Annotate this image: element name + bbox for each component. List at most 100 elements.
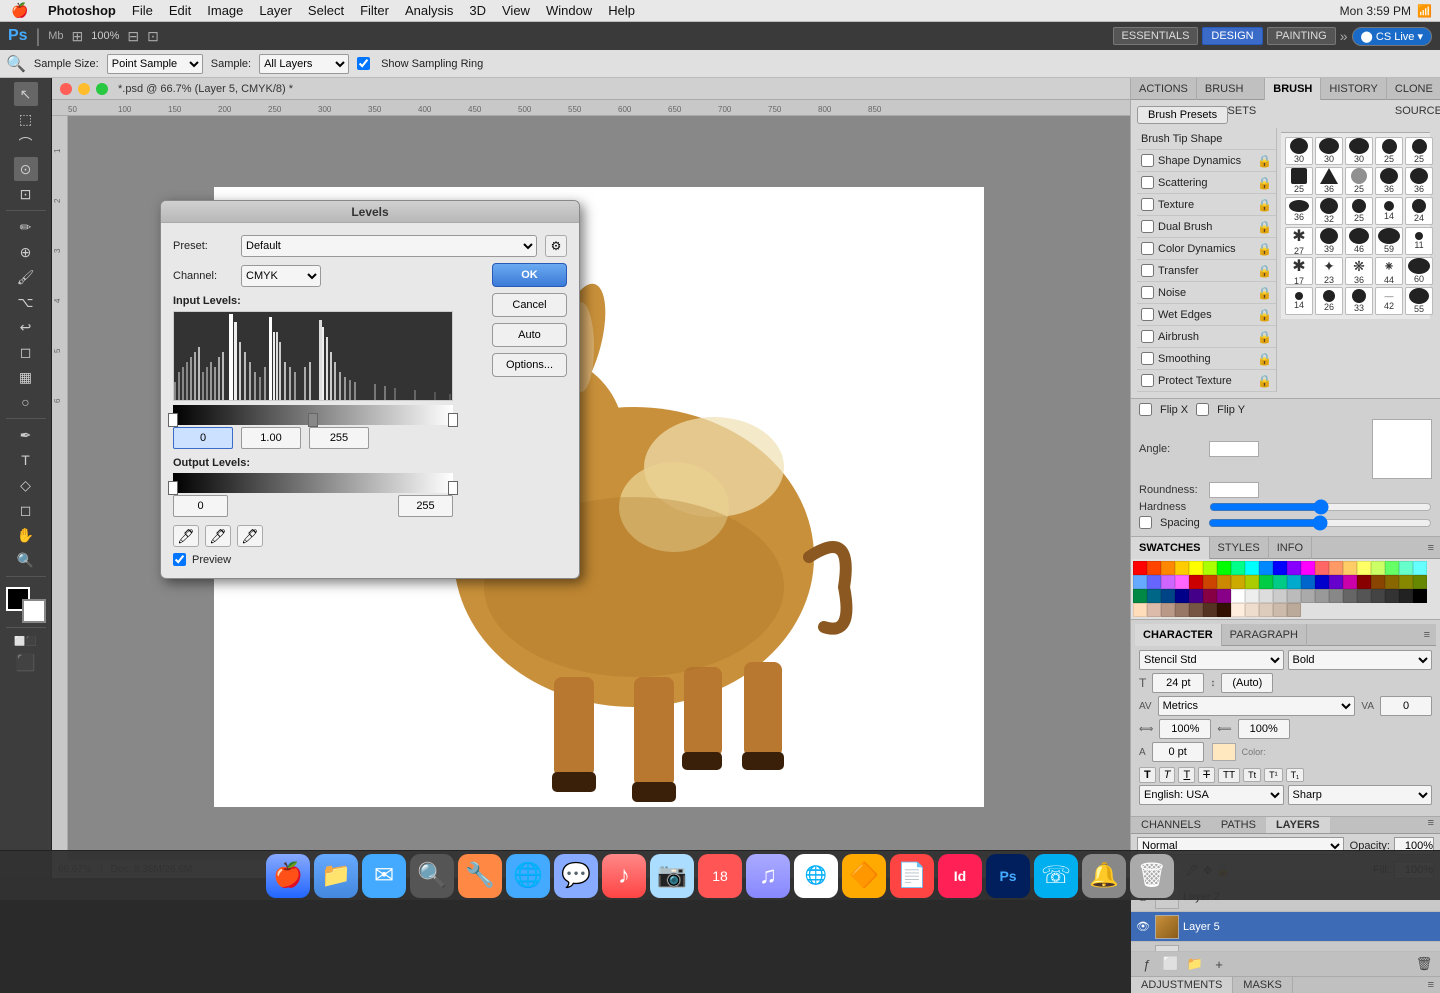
- sample-size-select[interactable]: Point Sample 3 by 3 Average 5 by 5 Avera…: [107, 54, 203, 74]
- tab-brush[interactable]: BRUSH: [1265, 78, 1321, 100]
- language-select[interactable]: English: USA: [1139, 785, 1284, 805]
- swatch-item[interactable]: [1413, 561, 1427, 575]
- tab-styles[interactable]: STYLES: [1210, 537, 1269, 559]
- scattering-cb[interactable]: [1141, 176, 1154, 189]
- wet-edges-row[interactable]: Wet Edges 🔒: [1137, 304, 1276, 326]
- swatch-item[interactable]: [1189, 561, 1203, 575]
- swatch-item[interactable]: [1259, 603, 1273, 617]
- output-min-field[interactable]: [173, 495, 228, 517]
- brush-preset-6[interactable]: 25: [1285, 167, 1313, 195]
- screen-mode-btn[interactable]: ⬛: [14, 651, 38, 675]
- noise-row[interactable]: Noise 🔒: [1137, 282, 1276, 304]
- swatch-item[interactable]: [1245, 589, 1259, 603]
- superscript-btn[interactable]: T¹: [1264, 768, 1283, 782]
- tab-info[interactable]: INFO: [1269, 537, 1312, 559]
- menu-window[interactable]: Window: [538, 0, 600, 22]
- swatch-item[interactable]: [1245, 603, 1259, 617]
- brush-preset-28[interactable]: 33: [1345, 287, 1373, 315]
- flip-y-cb[interactable]: [1196, 403, 1209, 416]
- strikethrough-btn[interactable]: T: [1198, 767, 1215, 783]
- swatch-item[interactable]: [1301, 575, 1315, 589]
- brush-preset-30[interactable]: 55: [1405, 287, 1433, 315]
- brush-preset-10[interactable]: 36: [1405, 167, 1433, 195]
- channel-select[interactable]: CMYK Cyan Magenta Yellow Black: [241, 265, 321, 287]
- brush-preset-9[interactable]: 36: [1375, 167, 1403, 195]
- color-dynamics-cb[interactable]: [1141, 242, 1154, 255]
- delete-layer-btn[interactable]: 🗑: [1414, 955, 1434, 973]
- scattering-row[interactable]: Scattering 🔒: [1137, 172, 1276, 194]
- swatch-item[interactable]: [1189, 575, 1203, 589]
- swatch-item[interactable]: [1399, 589, 1413, 603]
- brush-preset-7[interactable]: 36: [1315, 167, 1343, 195]
- swatch-item[interactable]: [1343, 575, 1357, 589]
- swatch-item[interactable]: [1161, 575, 1175, 589]
- swatch-item[interactable]: [1315, 561, 1329, 575]
- swatch-item[interactable]: [1133, 575, 1147, 589]
- apple-menu[interactable]: 🍎: [0, 2, 40, 19]
- swatch-item[interactable]: [1217, 561, 1231, 575]
- menu-filter[interactable]: Filter: [352, 0, 397, 22]
- brush-presets-btn[interactable]: Brush Presets: [1137, 106, 1228, 124]
- brush-preset-15[interactable]: 24: [1405, 197, 1433, 225]
- move-tool[interactable]: ↖: [14, 82, 38, 106]
- gray-eyedropper-btn[interactable]: 🖊: [205, 525, 231, 547]
- brush-preset-19[interactable]: 59: [1375, 227, 1403, 255]
- swatch-item[interactable]: [1147, 561, 1161, 575]
- brush-preset-16[interactable]: ✱27: [1285, 227, 1313, 255]
- brush-preset-24[interactable]: ⁕44: [1375, 257, 1403, 285]
- input-mid-handle[interactable]: [308, 413, 318, 427]
- swatch-item[interactable]: [1203, 603, 1217, 617]
- font-weight-select[interactable]: Bold: [1288, 650, 1433, 670]
- swatch-item[interactable]: [1133, 589, 1147, 603]
- swatch-item[interactable]: [1357, 575, 1371, 589]
- swatch-item[interactable]: [1315, 589, 1329, 603]
- tab-history[interactable]: HISTORY: [1321, 78, 1387, 100]
- black-eyedropper-btn[interactable]: 🖊: [173, 525, 199, 547]
- spacing-cb[interactable]: [1139, 516, 1152, 529]
- hardness-slider[interactable]: [1209, 501, 1432, 513]
- transfer-row[interactable]: Transfer 🔒: [1137, 260, 1276, 282]
- swatch-item[interactable]: [1133, 603, 1147, 617]
- swatch-item[interactable]: [1203, 561, 1217, 575]
- swatch-item[interactable]: [1329, 575, 1343, 589]
- swatch-item[interactable]: [1217, 603, 1231, 617]
- roundness-input[interactable]: [1209, 482, 1259, 498]
- airbrush-row[interactable]: Airbrush 🔒: [1137, 326, 1276, 348]
- leading-input[interactable]: [1221, 673, 1273, 693]
- swatch-item[interactable]: [1231, 575, 1245, 589]
- cancel-button[interactable]: Cancel: [492, 293, 567, 317]
- text-color-swatch[interactable]: [1212, 743, 1236, 761]
- background-color[interactable]: [22, 599, 46, 623]
- angle-input[interactable]: [1209, 441, 1259, 457]
- path-tool[interactable]: ◇: [14, 473, 38, 497]
- dock-vlc[interactable]: 🔶: [842, 854, 886, 898]
- input-max-handle[interactable]: [448, 413, 458, 427]
- dock-app1[interactable]: 🔧: [458, 854, 502, 898]
- dock-app2[interactable]: 🌐: [506, 854, 550, 898]
- input-mid-field[interactable]: [241, 427, 301, 449]
- brush-preset-25[interactable]: 60: [1405, 257, 1433, 285]
- swatch-item[interactable]: [1259, 561, 1273, 575]
- new-layer-btn[interactable]: +: [1209, 955, 1229, 973]
- brush-preset-8[interactable]: 25: [1345, 167, 1373, 195]
- tracking-select[interactable]: Metrics: [1158, 696, 1356, 716]
- brush-preset-20[interactable]: 11: [1405, 227, 1433, 255]
- auto-button[interactable]: Auto: [492, 323, 567, 347]
- swatch-item[interactable]: [1315, 575, 1329, 589]
- ps-toolbar-grid2[interactable]: ⊟: [127, 28, 139, 45]
- quick-select-tool[interactable]: ⊙: [14, 157, 38, 181]
- ps-toolbar-grid[interactable]: ⊞: [72, 28, 84, 45]
- antialias-select[interactable]: Sharp: [1288, 785, 1433, 805]
- smallcaps-btn[interactable]: Tt: [1243, 768, 1261, 782]
- brush-preset-14[interactable]: 14: [1375, 197, 1403, 225]
- flip-x-cb[interactable]: [1139, 403, 1152, 416]
- new-group-btn[interactable]: 📁: [1185, 955, 1205, 973]
- dock-calendar[interactable]: 18: [698, 854, 742, 898]
- swatch-item[interactable]: [1287, 589, 1301, 603]
- texture-cb[interactable]: [1141, 198, 1154, 211]
- swatch-item[interactable]: [1161, 561, 1175, 575]
- swatch-item[interactable]: [1273, 575, 1287, 589]
- brush-tip-shape-row[interactable]: Brush Tip Shape: [1137, 128, 1276, 150]
- add-style-btn[interactable]: ƒ: [1137, 955, 1157, 973]
- brush-preset-2[interactable]: 30: [1315, 137, 1343, 165]
